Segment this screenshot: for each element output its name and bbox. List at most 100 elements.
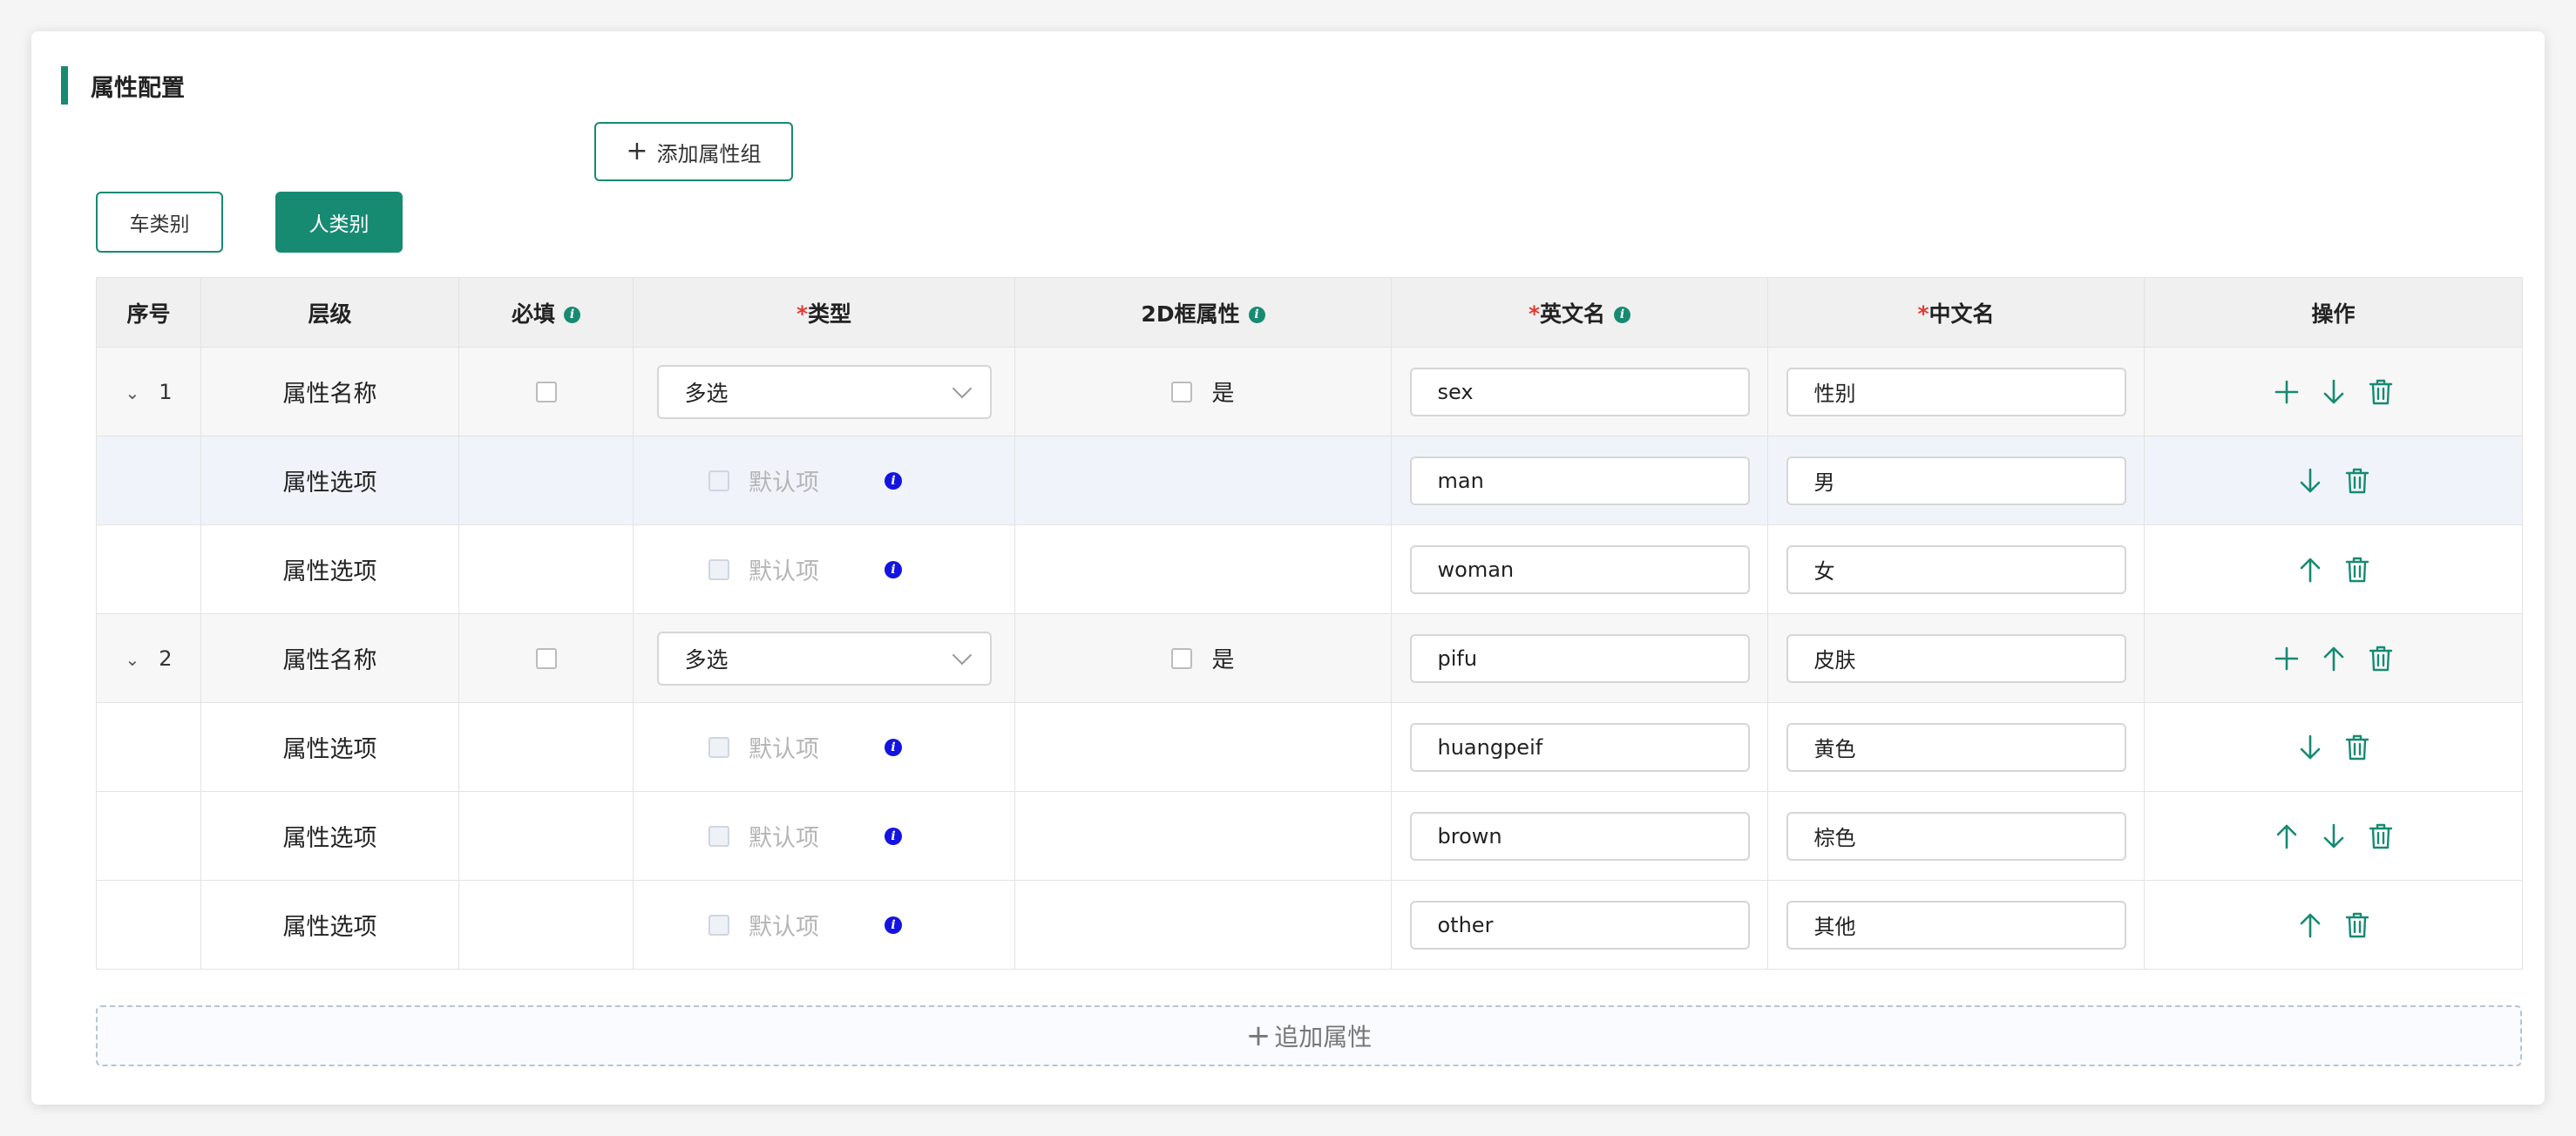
cn-name-cell [1767,791,2145,881]
default-item-checkbox [708,736,729,758]
default-item-control: 默认项 i [634,819,1014,853]
required-checkbox[interactable] [535,382,557,402]
ops-cell [2144,613,2523,703]
required-cell [458,436,634,525]
required-checkbox[interactable] [535,648,557,669]
plus-icon[interactable] [2273,644,2301,673]
title-accent-bar [61,66,68,105]
trash-icon[interactable] [2343,910,2371,940]
plus-icon: + [626,136,648,166]
trash-icon[interactable] [2343,733,2371,762]
info-icon[interactable]: i [885,738,902,756]
ops-cell [2144,524,2523,614]
table-row: ⌄ 2 属性名称 多选是 [96,613,2523,703]
trash-icon[interactable] [2367,644,2395,673]
trash-icon[interactable] [2343,555,2371,585]
required-star: * [1528,301,1541,327]
cn-name-input[interactable] [1786,811,2126,861]
info-icon[interactable]: i [1248,307,1265,323]
arrow-up-icon[interactable] [2296,910,2324,940]
twod-cell: 是 [1014,347,1392,436]
cn-name-cell [1767,613,2145,703]
cn-name-input[interactable] [1786,456,2126,505]
ops-cell [2144,791,2523,881]
arrow-up-icon[interactable] [2320,644,2348,673]
plus-icon[interactable] [2273,377,2301,407]
en-name-cell [1391,791,1768,881]
level-cell: 属性选项 [200,436,459,525]
en-name-cell [1391,524,1768,614]
chevron-down-icon [952,378,972,398]
twod-checkbox[interactable] [1171,381,1193,402]
default-item-label: 默认项 [749,470,819,497]
twod-cell [1014,524,1392,614]
add-attribute-button[interactable]: + 追加属性 [96,1005,2522,1066]
trash-icon[interactable] [2367,822,2395,851]
type-select[interactable]: 多选 [656,631,992,686]
required-star: * [796,301,809,327]
arrow-down-icon[interactable] [2320,377,2348,407]
col-header-level: 层级 [200,277,459,348]
required-cell [458,791,634,881]
seq-cell [96,791,201,881]
en-name-input[interactable] [1409,367,1750,416]
arrow-down-icon[interactable] [2320,822,2348,851]
category-tab-person[interactable]: 人类别 [275,192,403,253]
section-title: 属性配置 [61,66,185,105]
category-tab-car[interactable]: 车类别 [96,192,223,253]
required-star: * [1917,301,1929,327]
twod-cell [1014,880,1392,970]
row-seq: 1 [159,379,173,404]
en-name-input[interactable] [1409,633,1750,683]
arrow-down-icon[interactable] [2296,466,2324,496]
level-cell: 属性选项 [200,702,459,792]
add-attribute-group-button[interactable]: + 添加属性组 [594,122,793,181]
level-cell: 属性选项 [200,524,459,614]
type-cell: 默认项 i [633,880,1015,970]
col-header-ops: 操作 [2144,277,2523,348]
table-row: 属性选项 默认项 i [96,524,2523,614]
cn-name-input[interactable] [1786,900,2126,950]
en-name-cell [1391,702,1768,792]
info-icon[interactable]: i [885,560,902,578]
trash-icon[interactable] [2367,377,2395,407]
arrow-down-icon[interactable] [2296,733,2324,762]
trash-icon[interactable] [2343,466,2371,496]
table-row: 属性选项 默认项 i [96,880,2523,970]
seq-cell [96,436,201,525]
cn-name-input[interactable] [1786,367,2126,416]
en-name-input[interactable] [1409,456,1750,505]
info-icon[interactable]: i [1614,307,1631,323]
level-cell: 属性选项 [200,791,459,881]
chevron-down-icon [952,645,972,665]
en-name-input[interactable] [1409,811,1750,861]
chevron-down-icon[interactable]: ⌄ [125,382,139,403]
seq-cell: ⌄ 2 [96,613,201,703]
type-cell: 多选 [633,347,1015,436]
info-icon[interactable]: i [885,916,902,934]
twod-checkbox[interactable] [1171,647,1193,669]
cn-name-input[interactable] [1786,633,2126,683]
arrow-up-icon[interactable] [2273,822,2301,851]
chevron-down-icon[interactable]: ⌄ [125,649,139,670]
info-icon[interactable]: i [885,471,902,490]
cn-name-cell [1767,880,2145,970]
arrow-up-icon[interactable] [2296,555,2324,585]
info-icon[interactable]: i [564,307,580,323]
table-row: ⌄ 1 属性名称 多选是 [96,347,2523,436]
col-header-seq: 序号 [96,277,201,348]
info-icon[interactable]: i [885,827,902,845]
cn-name-input[interactable] [1786,722,2126,772]
en-name-input[interactable] [1409,722,1750,772]
section-title-text: 属性配置 [91,74,185,102]
type-select[interactable]: 多选 [656,364,992,419]
en-name-input[interactable] [1409,544,1750,594]
default-item-label: 默认项 [749,825,819,852]
default-item-checkbox [708,825,729,847]
plus-icon: + [1245,1018,1271,1053]
attribute-table: 序号 层级 必填 i *类型 2D框属性 i *英文名 i *中文名 操作 ⌄ 1 属性名… [96,277,2523,970]
cn-name-input[interactable] [1786,544,2126,594]
default-item-control: 默认项 i [634,552,1014,586]
add-attribute-label: 追加属性 [1274,1023,1373,1051]
en-name-input[interactable] [1409,900,1750,950]
